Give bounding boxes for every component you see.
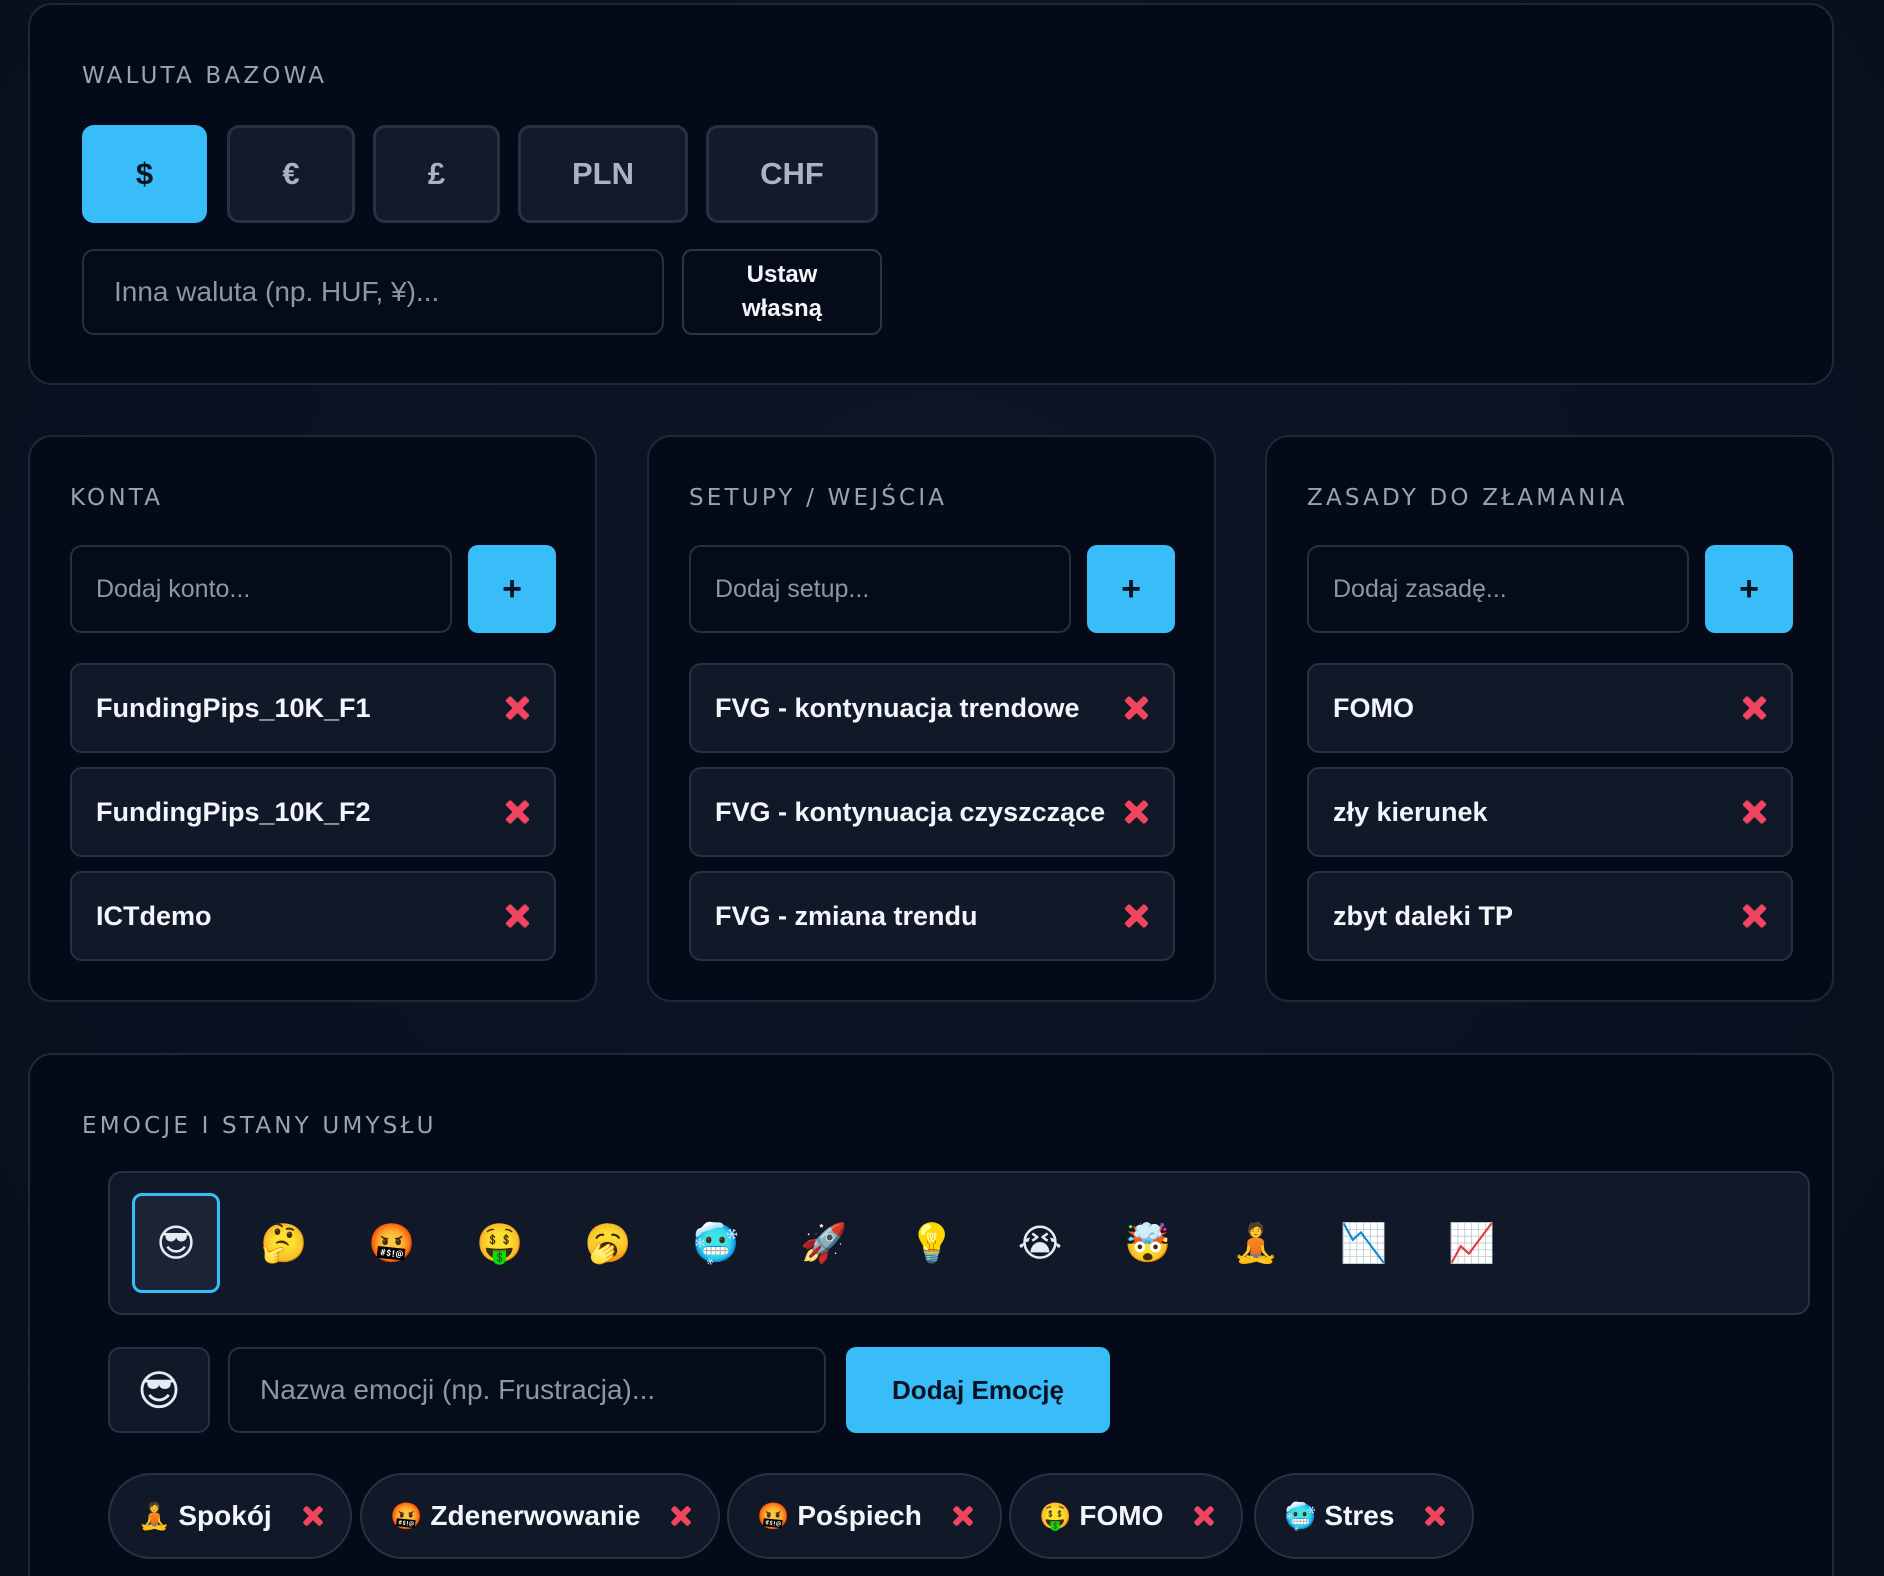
emotions-card: EMOCJE I STANY UMYSŁU 😎 🤔 🤬 🤑 🥱 🥶 🚀 💡 😭 … (28, 1053, 1834, 1576)
delete-x-icon[interactable] (1123, 695, 1149, 721)
currency-pln-button[interactable]: PLN (518, 125, 688, 223)
account-item: ICTdemo (70, 871, 556, 961)
meditation-icon: 🧘 (138, 1500, 171, 1531)
setup-item: FVG - kontynuacja trendowe (689, 663, 1175, 753)
set-custom-currency-button[interactable]: Ustaw własną (682, 249, 882, 335)
emotion-name-input[interactable] (228, 1347, 826, 1433)
add-account-input[interactable] (70, 545, 452, 633)
emotion-chip: 🥶 Stres (1254, 1473, 1475, 1559)
account-item-label: FundingPips_10K_F2 (96, 796, 371, 827)
setups-title: SETUPY / WEJŚCIA (689, 485, 948, 511)
set-custom-currency-label-line2: własną (741, 295, 823, 322)
accounts-title: KONTA (70, 485, 164, 511)
add-rule-button[interactable]: + (1705, 545, 1793, 633)
meditation-icon[interactable]: 🧘 (1212, 1193, 1300, 1293)
delete-x-icon[interactable] (504, 695, 530, 721)
add-setup-button[interactable]: + (1087, 545, 1175, 633)
set-custom-currency-label-line1: Ustaw (746, 261, 818, 289)
rule-item: FOMO (1307, 663, 1793, 753)
account-item-label: ICTdemo (96, 900, 212, 931)
delete-x-icon[interactable] (670, 1505, 692, 1527)
exploding-head-icon[interactable]: 🤯 (1104, 1193, 1192, 1293)
emotions-title: EMOCJE I STANY UMYSŁU (82, 1113, 437, 1139)
base-currency-card: WALUTA BAZOWA $ € £ PLN CHF Ustaw własną (28, 3, 1834, 385)
emoji-picker: 😎 🤔 🤬 🤑 🥱 🥶 🚀 💡 😭 🤯 🧘 📉 📈 (108, 1171, 1810, 1315)
setup-item: FVG - zmiana trendu (689, 871, 1175, 961)
rules-title: ZASADY DO ZŁAMANIA (1307, 485, 1628, 511)
account-item: FundingPips_10K_F2 (70, 767, 556, 857)
account-item: FundingPips_10K_F1 (70, 663, 556, 753)
delete-x-icon[interactable] (1123, 799, 1149, 825)
emotion-chip-label: Pośpiech (797, 1500, 922, 1531)
rocket-icon[interactable]: 🚀 (780, 1193, 868, 1293)
current-emoji-button[interactable]: 😎 (108, 1347, 210, 1433)
add-emotion-button[interactable]: Dodaj Emocję (846, 1347, 1110, 1433)
add-account-button[interactable]: + (468, 545, 556, 633)
money-mouth-face-icon: 🤑 (1039, 1500, 1072, 1531)
delete-x-icon[interactable] (1424, 1505, 1446, 1527)
delete-x-icon[interactable] (1193, 1505, 1215, 1527)
chart-increasing-icon[interactable]: 📈 (1428, 1193, 1516, 1293)
sunglasses-face-icon[interactable]: 😎 (132, 1193, 220, 1293)
delete-x-icon[interactable] (1741, 903, 1767, 929)
rule-item: zły kierunek (1307, 767, 1793, 857)
currency-usd-button[interactable]: $ (82, 125, 207, 223)
yawning-face-icon[interactable]: 🥱 (564, 1193, 652, 1293)
rule-item-label: zbyt daleki TP (1333, 900, 1514, 931)
emotion-chip: 🤬 Zdenerwowanie (360, 1473, 721, 1559)
add-rule-input[interactable] (1307, 545, 1689, 633)
base-currency-title: WALUTA BAZOWA (82, 63, 328, 89)
emotion-chip: 🧘 Spokój (108, 1473, 352, 1559)
currency-eur-button[interactable]: € (227, 125, 355, 223)
cursing-face-icon[interactable]: 🤬 (348, 1193, 436, 1293)
currency-gbp-button[interactable]: £ (373, 125, 500, 223)
settings-page: WALUTA BAZOWA $ € £ PLN CHF Ustaw własną… (0, 0, 1884, 1576)
custom-currency-input[interactable] (82, 249, 664, 335)
rule-item-label: FOMO (1333, 692, 1414, 723)
emotion-chip-label: Spokój (178, 1500, 272, 1531)
setup-item-label: FVG - kontynuacja trendowe (715, 692, 1080, 723)
delete-x-icon[interactable] (504, 799, 530, 825)
cold-face-icon: 🥶 (1284, 1500, 1317, 1531)
delete-x-icon[interactable] (952, 1505, 974, 1527)
add-setup-input[interactable] (689, 545, 1071, 633)
thinking-face-icon[interactable]: 🤔 (240, 1193, 328, 1293)
delete-x-icon[interactable] (504, 903, 530, 929)
rule-item: zbyt daleki TP (1307, 871, 1793, 961)
delete-x-icon[interactable] (1741, 695, 1767, 721)
delete-x-icon[interactable] (1123, 903, 1149, 929)
accounts-card: KONTA + FundingPips_10K_F1 FundingPips_1… (28, 435, 597, 1002)
account-item-label: FundingPips_10K_F1 (96, 692, 371, 723)
cursing-face-icon: 🤬 (757, 1500, 790, 1531)
setup-item-label: FVG - zmiana trendu (715, 900, 978, 931)
setup-item-label: FVG - kontynuacja czyszczące (715, 796, 1106, 827)
delete-x-icon[interactable] (1741, 799, 1767, 825)
light-bulb-icon[interactable]: 💡 (888, 1193, 976, 1293)
money-mouth-face-icon[interactable]: 🤑 (456, 1193, 544, 1293)
delete-x-icon[interactable] (302, 1505, 324, 1527)
rules-card: ZASADY DO ZŁAMANIA + FOMO zły kierunek z… (1265, 435, 1834, 1002)
emotion-chip: 🤬 Pośpiech (727, 1473, 1002, 1559)
emotion-chip-label: FOMO (1079, 1500, 1164, 1531)
chart-decreasing-icon[interactable]: 📉 (1320, 1193, 1408, 1293)
rule-item-label: zły kierunek (1333, 796, 1488, 827)
crying-face-icon[interactable]: 😭 (996, 1193, 1084, 1293)
cold-face-icon[interactable]: 🥶 (672, 1193, 760, 1293)
emotion-chip-label: Zdenerwowanie (430, 1500, 641, 1531)
emotion-chip-label: Stres (1324, 1500, 1395, 1531)
emotion-chip: 🤑 FOMO (1009, 1473, 1244, 1559)
cursing-face-icon: 🤬 (390, 1500, 423, 1531)
setup-item: FVG - kontynuacja czyszczące (689, 767, 1175, 857)
currency-chf-button[interactable]: CHF (706, 125, 878, 223)
setups-card: SETUPY / WEJŚCIA + FVG - kontynuacja tre… (647, 435, 1216, 1002)
